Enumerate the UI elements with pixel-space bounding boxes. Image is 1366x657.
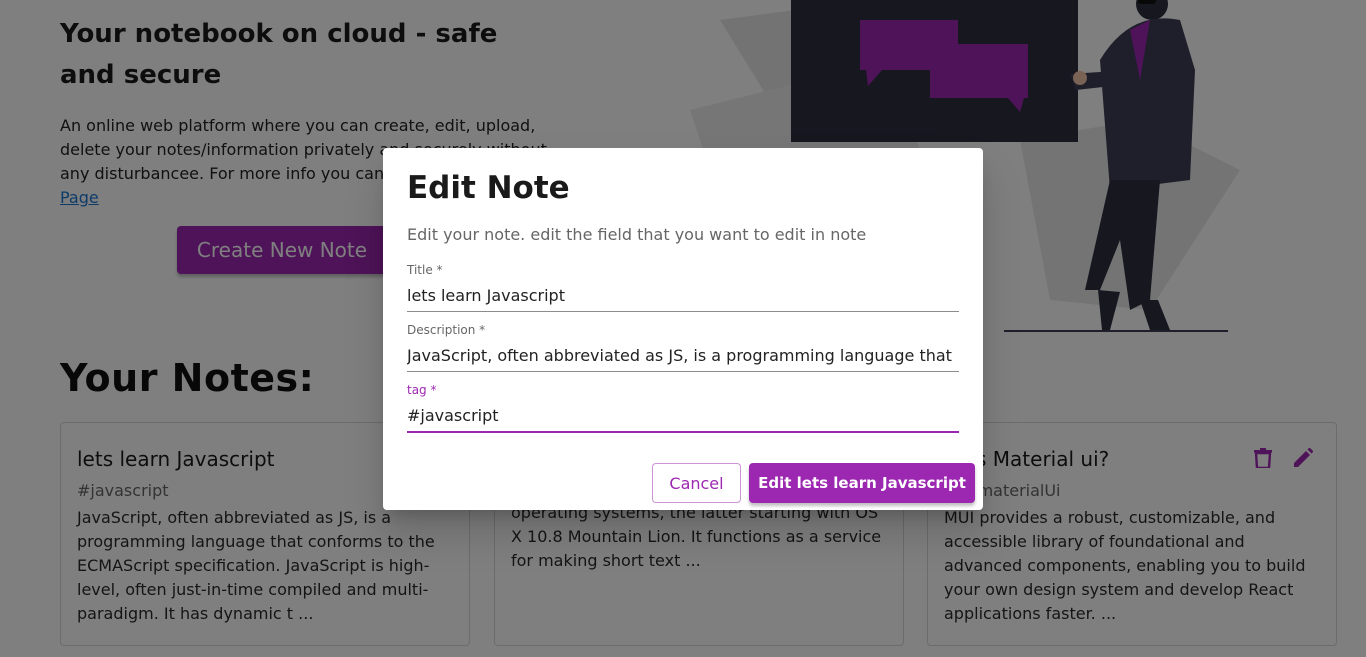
dialog-title: Edit Note [407, 170, 570, 206]
tag-field-label: tag * [407, 383, 437, 397]
edit-note-dialog: Edit Note Edit your note. edit the field… [383, 148, 983, 510]
title-input[interactable]: lets learn Javascript [407, 278, 959, 312]
title-field-label: Title * [407, 263, 443, 277]
description-field-label: Description * [407, 323, 486, 337]
description-input[interactable]: JavaScript, often abbreviated as JS, is … [407, 338, 959, 372]
tag-field: tag * #javascript [407, 382, 959, 433]
edit-note-submit-button[interactable]: Edit lets learn Javascript [749, 463, 975, 503]
title-field: Title * lets learn Javascript [407, 262, 959, 312]
cancel-button[interactable]: Cancel [652, 463, 741, 503]
description-field: Description * JavaScript, often abbrevia… [407, 322, 959, 372]
tag-input[interactable]: #javascript [407, 398, 959, 433]
dialog-subtitle: Edit your note. edit the field that you … [407, 225, 867, 244]
page: Your notebook on cloud - safe and secure… [0, 0, 1366, 657]
